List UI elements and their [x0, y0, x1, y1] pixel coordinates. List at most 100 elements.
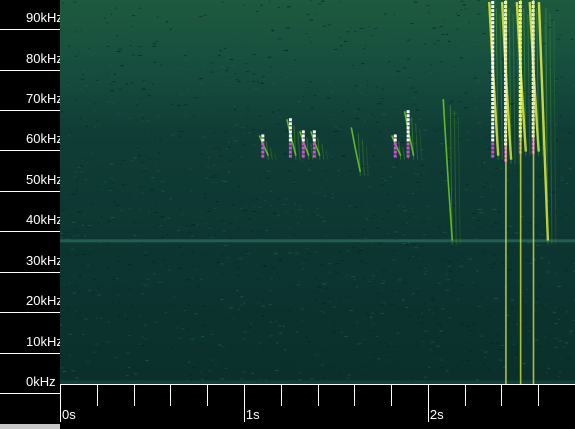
noise-speck: [340, 332, 343, 333]
freq-tick: [0, 312, 60, 313]
noise-speck: [183, 104, 188, 106]
noise-speck: [321, 364, 325, 366]
noise-speck: [156, 16, 159, 18]
noise-speck: [299, 209, 304, 211]
call-marker: [312, 146, 316, 150]
noise-speck: [455, 366, 457, 368]
noise-speck: [417, 287, 420, 289]
noise-speck: [559, 34, 561, 36]
noise-speck: [330, 329, 332, 331]
noise-speck: [477, 306, 482, 307]
noise-speck: [237, 308, 240, 310]
noise-speck: [110, 301, 114, 303]
noise-speck: [251, 128, 256, 130]
noise-speck: [270, 66, 272, 68]
noise-speck: [329, 198, 332, 200]
noise-speck: [440, 359, 443, 361]
noise-speck: [544, 242, 547, 244]
noise-speck: [254, 350, 256, 352]
noise-speck: [561, 177, 564, 179]
noise-speck: [476, 359, 479, 360]
noise-speck: [378, 277, 380, 279]
noise-speck: [189, 375, 193, 377]
noise-speck: [344, 336, 348, 338]
noise-speck: [229, 307, 234, 309]
noise-speck: [164, 259, 166, 261]
noise-speck: [167, 217, 171, 219]
noise-speck: [165, 21, 169, 23]
noise-speck: [230, 237, 234, 239]
noise-speck: [329, 301, 331, 302]
noise-speck: [255, 198, 258, 200]
noise-speck: [160, 181, 165, 182]
noise-speck: [557, 285, 562, 287]
noise-speck: [326, 97, 330, 99]
noise-speck: [157, 116, 160, 118]
noise-speck: [178, 246, 181, 248]
noise-speck: [502, 161, 504, 163]
noise-speck: [93, 279, 97, 280]
noise-speck: [552, 191, 557, 193]
noise-speck: [402, 243, 406, 244]
noise-speck: [235, 218, 237, 220]
noise-speck: [323, 376, 326, 378]
noise-speck: [351, 50, 353, 52]
noise-speck: [140, 208, 142, 210]
noise-speck: [138, 46, 141, 47]
noise-speck: [95, 317, 98, 319]
noise-speck: [77, 66, 81, 68]
noise-speck: [432, 0, 435, 2]
noise-speck: [485, 182, 489, 184]
noise-speck: [94, 28, 97, 30]
noise-speck: [290, 285, 293, 287]
noise-speck: [271, 83, 275, 85]
noise-speck: [292, 363, 296, 365]
noise-speck: [331, 26, 334, 28]
noise-speck: [373, 214, 377, 216]
noise-speck: [345, 12, 349, 14]
noise-speck: [437, 322, 441, 324]
noise-speck: [490, 186, 492, 188]
call-marker: [261, 146, 265, 150]
noise-speck: [485, 136, 488, 138]
noise-speck: [558, 127, 561, 129]
noise-speck: [381, 166, 384, 168]
call-marker: [491, 5, 495, 9]
noise-speck: [65, 261, 67, 263]
noise-speck: [447, 279, 450, 281]
noise-speck: [253, 205, 256, 207]
noise-speck: [330, 155, 333, 157]
noise-speck: [124, 59, 126, 61]
noise-speck: [376, 103, 381, 105]
noise-speck: [98, 242, 101, 244]
noise-speck: [262, 319, 264, 321]
noise-speck: [381, 301, 383, 303]
noise-speck: [534, 224, 538, 226]
noise-speck: [131, 15, 136, 17]
noise-speck: [557, 318, 560, 320]
noise-speck: [484, 50, 488, 52]
noise-speck: [394, 163, 399, 165]
noise-speck: [464, 107, 468, 109]
noise-speck: [450, 100, 454, 102]
noise-speck: [340, 45, 343, 47]
noise-speck: [61, 111, 64, 113]
noise-speck: [482, 20, 485, 22]
noise-speck: [310, 41, 313, 43]
noise-speck: [492, 263, 496, 265]
noise-speck: [215, 364, 217, 366]
noise-speck: [292, 326, 294, 328]
noise-speck: [121, 160, 126, 161]
noise-speck: [279, 31, 283, 33]
spectrogram-background: [60, 0, 575, 384]
spectrogram-view[interactable]: [60, 0, 575, 384]
noise-speck: [483, 351, 488, 353]
time-axis[interactable]: 0s 1s 2s: [60, 384, 575, 429]
call-marker: [261, 154, 265, 158]
noise-speck: [107, 341, 110, 343]
noise-speck: [307, 252, 311, 254]
noise-speck: [333, 298, 337, 299]
noise-speck: [110, 187, 114, 189]
noise-speck: [93, 109, 96, 111]
noise-speck: [240, 156, 244, 158]
